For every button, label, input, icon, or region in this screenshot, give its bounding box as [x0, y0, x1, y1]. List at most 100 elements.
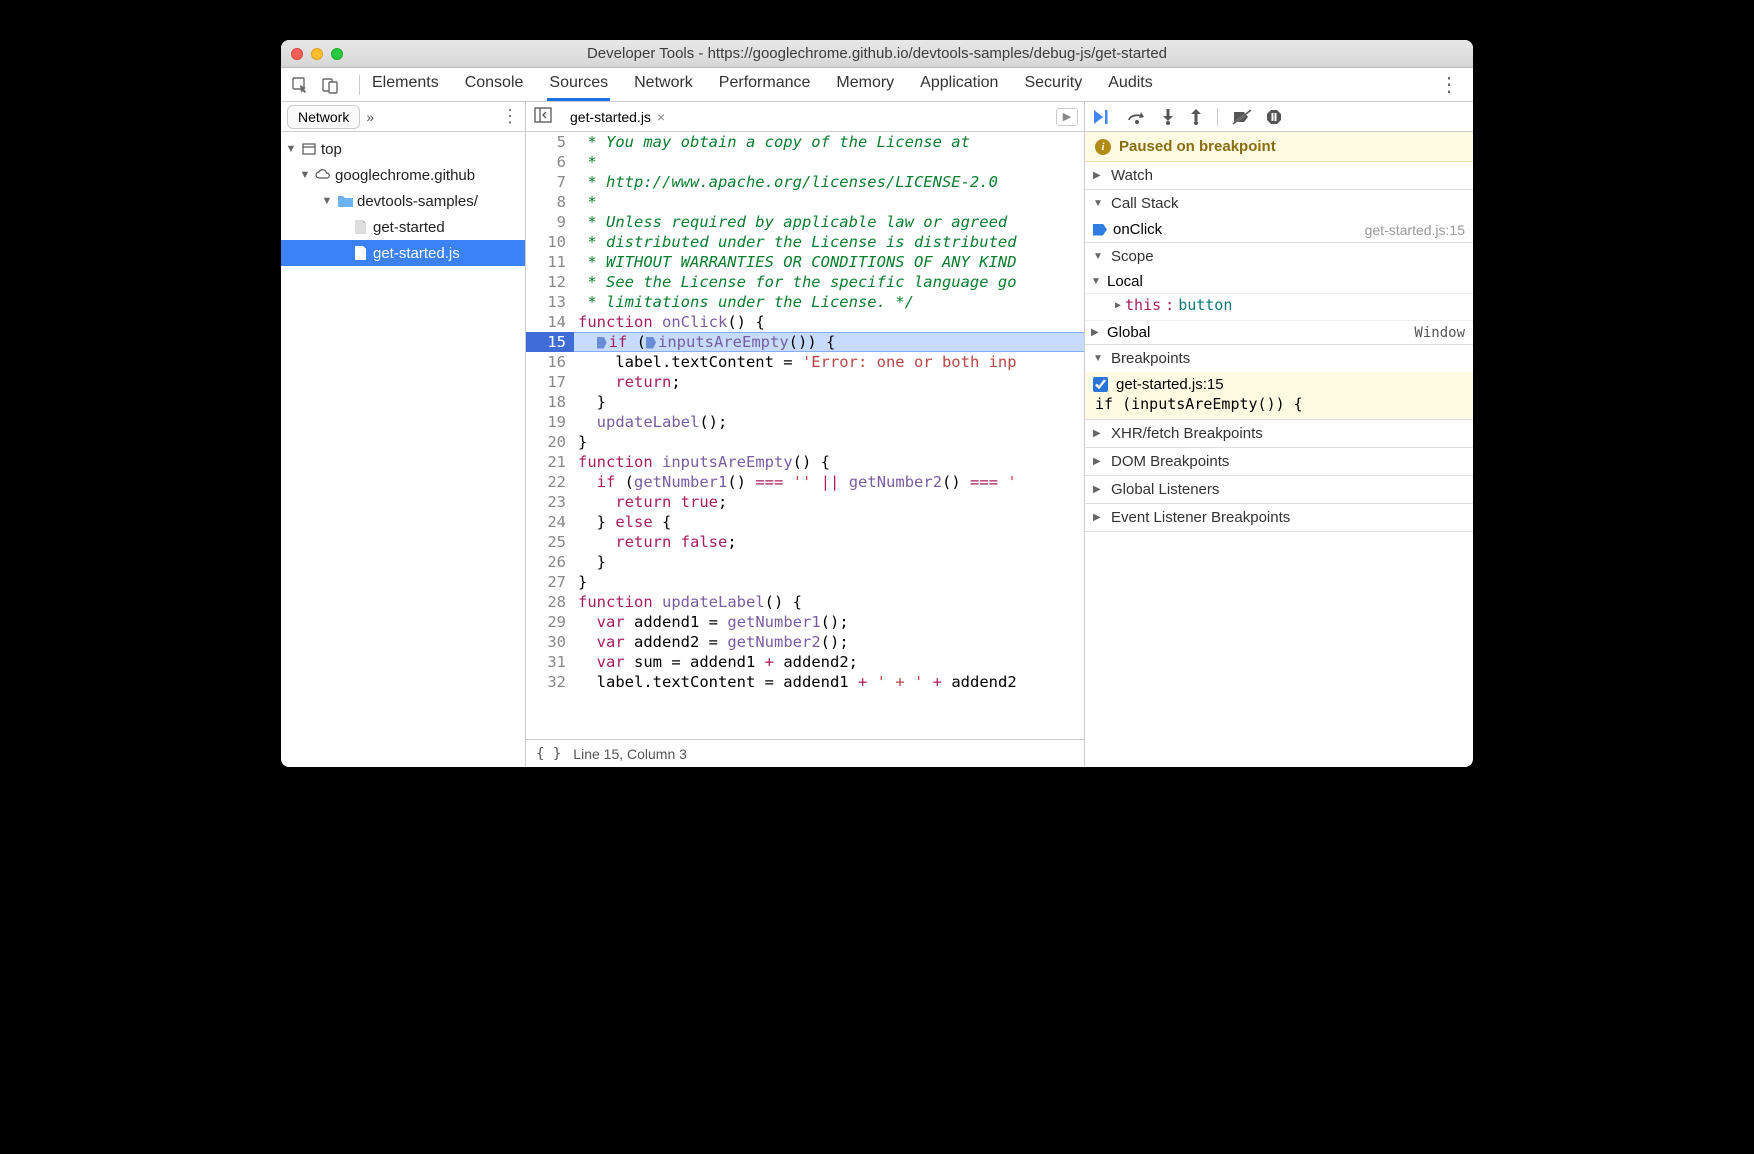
tab-sources[interactable]: Sources: [547, 68, 610, 101]
tab-console[interactable]: Console: [463, 68, 526, 101]
navigator-header: Network » ⋮: [281, 102, 525, 132]
tree-label: devtools-samples/: [357, 193, 478, 210]
deactivate-breakpoints-icon[interactable]: [1232, 109, 1252, 125]
tab-elements[interactable]: Elements: [370, 68, 441, 101]
cloud-icon: [315, 167, 331, 183]
event-listener-bp-section[interactable]: ▶Event Listener Breakpoints: [1085, 504, 1473, 532]
navigator-more-icon[interactable]: »: [366, 109, 374, 125]
scope-global-value: Window: [1414, 325, 1465, 341]
tree-file-js[interactable]: get-started.js: [281, 240, 525, 266]
tree-label: googlechrome.github: [335, 167, 475, 184]
breakpoints-header[interactable]: ▼Breakpoints: [1085, 345, 1473, 372]
tree-label: get-started.js: [373, 245, 460, 262]
separator: [1217, 108, 1218, 126]
current-frame-icon: [1093, 224, 1107, 236]
close-tab-icon[interactable]: ×: [657, 109, 665, 125]
scope-section: ▼Scope ▼Local ▶ this: button ▶Global Win…: [1085, 243, 1473, 345]
resume-icon[interactable]: [1093, 109, 1113, 125]
panel-tabs: Elements Console Sources Network Perform…: [370, 68, 1155, 101]
cursor-position: Line 15, Column 3: [573, 746, 687, 762]
inspect-element-icon[interactable]: [289, 74, 311, 96]
global-listeners-section[interactable]: ▶Global Listeners: [1085, 476, 1473, 504]
device-toggle-icon[interactable]: [319, 74, 341, 96]
tree-file-html[interactable]: get-started: [281, 214, 525, 240]
tab-audits[interactable]: Audits: [1106, 68, 1154, 101]
pretty-print-icon[interactable]: { }: [536, 746, 561, 762]
tree-top-frame[interactable]: ▼ top: [281, 136, 525, 162]
section-label: Scope: [1111, 248, 1154, 265]
frame-location: get-started.js:15: [1365, 222, 1465, 238]
line-gutter[interactable]: 5678910111213141516171819202122232425262…: [526, 132, 574, 739]
scope-variable[interactable]: ▶ this: button: [1085, 294, 1473, 321]
step-into-icon[interactable]: [1161, 109, 1175, 125]
dom-breakpoints-section[interactable]: ▶DOM Breakpoints: [1085, 448, 1473, 476]
scope-local[interactable]: ▼Local: [1085, 270, 1473, 294]
tree-folder[interactable]: ▼ devtools-samples/: [281, 188, 525, 214]
file-tree: ▼ top ▼ googlechrome.github ▼ devtools-s…: [281, 132, 525, 767]
run-snippet-icon[interactable]: ▶: [1056, 108, 1078, 126]
tab-security[interactable]: Security: [1022, 68, 1084, 101]
section-label: Call Stack: [1111, 195, 1179, 212]
file-icon: [353, 245, 369, 261]
debugger-panel: i Paused on breakpoint ▶Watch ▼Call Stac…: [1085, 102, 1473, 767]
section-label: Event Listener Breakpoints: [1111, 509, 1290, 526]
toolbar-separator: [359, 75, 360, 95]
info-icon: i: [1095, 139, 1111, 155]
scope-header[interactable]: ▼Scope: [1085, 243, 1473, 270]
devtools-window: Developer Tools - https://googlechrome.g…: [281, 40, 1473, 767]
tree-domain[interactable]: ▼ googlechrome.github: [281, 162, 525, 188]
section-label: XHR/fetch Breakpoints: [1111, 425, 1263, 442]
breakpoint-checkbox[interactable]: [1093, 377, 1108, 392]
breakpoints-section: ▼Breakpoints get-started.js:15 if (input…: [1085, 345, 1473, 420]
navigator-dropdown[interactable]: Network: [287, 105, 360, 129]
debugger-toolbar: [1085, 102, 1473, 132]
editor-status-bar: { } Line 15, Column 3: [526, 739, 1084, 767]
step-out-icon[interactable]: [1189, 109, 1203, 125]
breakpoint-condition: if (inputsAreEmpty()) {: [1093, 393, 1465, 417]
navigator-menu-icon[interactable]: ⋮: [501, 106, 519, 127]
file-tab-label: get-started.js: [570, 109, 651, 125]
file-tab[interactable]: get-started.js ×: [564, 105, 671, 129]
scope-local-label: Local: [1107, 273, 1143, 290]
var-value: button: [1178, 296, 1232, 314]
close-window-button[interactable]: [291, 48, 303, 60]
content-area: Network » ⋮ ▼ top ▼ googlechrome.github …: [281, 102, 1473, 767]
editor-panel: get-started.js × ▶ 567891011121314151617…: [526, 102, 1085, 767]
scope-global-label: Global: [1107, 324, 1150, 341]
code-editor[interactable]: 5678910111213141516171819202122232425262…: [526, 132, 1084, 739]
paused-banner: i Paused on breakpoint: [1085, 132, 1473, 162]
traffic-lights: [291, 48, 343, 60]
section-label: Global Listeners: [1111, 481, 1219, 498]
window-title: Developer Tools - https://googlechrome.g…: [281, 45, 1473, 62]
tab-application[interactable]: Application: [918, 68, 1000, 101]
section-label: Watch: [1111, 167, 1153, 184]
callstack-frame[interactable]: onClick get-started.js:15: [1085, 217, 1473, 242]
section-label: Breakpoints: [1111, 350, 1190, 367]
scope-global[interactable]: ▶Global Window: [1085, 321, 1473, 344]
step-over-icon[interactable]: [1127, 109, 1147, 125]
toggle-navigator-icon[interactable]: [532, 105, 554, 129]
breakpoint-item[interactable]: get-started.js:15 if (inputsAreEmpty()) …: [1085, 372, 1473, 419]
file-icon: [353, 219, 369, 235]
frame-function: onClick: [1113, 221, 1162, 238]
tab-performance[interactable]: Performance: [717, 68, 813, 101]
watch-section[interactable]: ▶Watch: [1085, 162, 1473, 190]
minimize-window-button[interactable]: [311, 48, 323, 60]
xhr-breakpoints-section[interactable]: ▶XHR/fetch Breakpoints: [1085, 420, 1473, 448]
editor-tabs: get-started.js × ▶: [526, 102, 1084, 132]
breakpoint-label: get-started.js:15: [1116, 376, 1224, 393]
folder-icon: [337, 193, 353, 209]
maximize-window-button[interactable]: [331, 48, 343, 60]
pause-exceptions-icon[interactable]: [1266, 109, 1282, 125]
callstack-header[interactable]: ▼Call Stack: [1085, 190, 1473, 217]
frame-icon: [301, 141, 317, 157]
main-toolbar: Elements Console Sources Network Perform…: [281, 68, 1473, 102]
tab-memory[interactable]: Memory: [834, 68, 896, 101]
titlebar: Developer Tools - https://googlechrome.g…: [281, 40, 1473, 68]
code-content[interactable]: * You may obtain a copy of the License a…: [574, 132, 1084, 739]
tab-network[interactable]: Network: [632, 68, 695, 101]
var-name: this: [1125, 296, 1161, 314]
tree-label: get-started: [373, 219, 445, 236]
tree-label: top: [321, 141, 342, 158]
toolbar-more-icon[interactable]: ⋮: [1433, 72, 1465, 97]
